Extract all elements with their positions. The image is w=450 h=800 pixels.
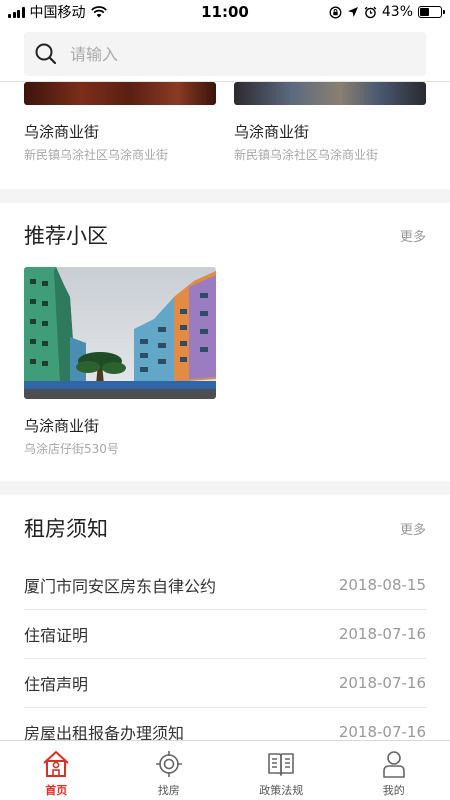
- notice-item[interactable]: 住宿证明 2018-07-16: [24, 610, 426, 659]
- notice-title: 房屋出租报备办理须知: [24, 724, 185, 740]
- tab-label: 首页: [45, 784, 68, 797]
- search-input[interactable]: [70, 44, 390, 64]
- notice-title: 厦门市同安区房东自律公约: [24, 577, 217, 596]
- property-photo: [234, 82, 426, 105]
- tab-find-house[interactable]: 找房: [113, 741, 226, 800]
- location-icon: [347, 7, 358, 17]
- carrier-name: 中国移动: [29, 5, 86, 21]
- featured-list: 乌涂商业街 新民镇乌涂社区乌涂商业街 乌涂商业街 新民镇乌涂社区乌涂商业街: [0, 82, 450, 163]
- status-right: 43%: [329, 4, 445, 20]
- card-address: 新民镇乌涂社区乌涂商业街: [234, 148, 379, 162]
- rotation-lock-icon: [329, 6, 342, 18]
- community-photo: [24, 267, 216, 399]
- notice-list: 厦门市同安区房东自律公约 2018-08-15 住宿证明 2018-07-16 …: [0, 561, 450, 740]
- property-photo: [24, 82, 216, 105]
- main-content[interactable]: 乌涂商业街 新民镇乌涂社区乌涂商业街 乌涂商业街 新民镇乌涂社区乌涂商业街 推荐…: [0, 82, 450, 740]
- notice-date: 2018-07-16: [338, 723, 426, 740]
- card-title: 乌涂商业街: [24, 123, 100, 141]
- notice-date: 2018-08-15: [338, 576, 426, 594]
- tab-profile[interactable]: 我的: [338, 741, 450, 800]
- community-card[interactable]: 乌涂商业街 乌涂店仔街530号: [24, 267, 216, 457]
- tab-label: 我的: [382, 784, 405, 797]
- battery-percent: 43%: [381, 4, 413, 20]
- notice-date: 2018-07-16: [338, 674, 426, 692]
- battery-icon: [418, 6, 445, 18]
- more-link[interactable]: 更多: [400, 226, 426, 245]
- alarm-icon: [364, 6, 377, 18]
- battery-fill: [420, 8, 429, 16]
- featured-card-1[interactable]: 乌涂商业街 新民镇乌涂社区乌涂商业街: [24, 82, 216, 163]
- card-title: 乌涂商业街: [24, 417, 100, 435]
- recommended-section: 推荐小区 更多 乌涂商业街 乌涂店仔街530号: [0, 203, 450, 457]
- tab-policy[interactable]: 政策法规: [225, 741, 338, 800]
- book-icon: [268, 753, 295, 776]
- section-title: 租房须知: [24, 517, 108, 541]
- notice-item[interactable]: 厦门市同安区房东自律公约 2018-08-15: [24, 561, 426, 610]
- section-header: 租房须知 更多: [0, 495, 450, 561]
- wifi-icon: [90, 6, 107, 18]
- bottom-tab-bar: 首页 找房 政策法规 我的: [0, 740, 450, 800]
- card-address: 新民镇乌涂社区乌涂商业街: [24, 148, 169, 162]
- card-title: 乌涂商业街: [234, 123, 310, 141]
- section-title: 推荐小区: [24, 224, 108, 248]
- user-icon: [382, 751, 405, 778]
- rental-notice-section: 租房须知 更多 厦门市同安区房东自律公约 2018-08-15 住宿证明 201…: [0, 495, 450, 740]
- status-left: 中国移动: [8, 2, 107, 22]
- target-icon: [155, 751, 182, 777]
- notice-item[interactable]: 住宿声明 2018-07-16: [24, 659, 426, 708]
- card-address: 乌涂店仔街530号: [24, 442, 119, 456]
- tab-label: 找房: [157, 784, 180, 797]
- notice-title: 住宿证明: [24, 626, 89, 645]
- notice-title: 住宿声明: [24, 675, 89, 694]
- featured-card-2[interactable]: 乌涂商业街 新民镇乌涂社区乌涂商业街: [234, 82, 426, 163]
- home-icon: [43, 751, 69, 777]
- tab-home[interactable]: 首页: [0, 741, 113, 800]
- signal-icon: [8, 6, 25, 18]
- search-bar[interactable]: [24, 32, 426, 76]
- more-link[interactable]: 更多: [400, 519, 426, 538]
- notice-item[interactable]: 房屋出租报备办理须知 2018-07-16: [24, 708, 426, 740]
- section-header: 推荐小区 更多: [0, 203, 450, 267]
- section-divider: [0, 189, 450, 203]
- tab-label: 政策法规: [259, 784, 304, 797]
- status-bar: 中国移动 11:00 43%: [0, 0, 450, 24]
- section-divider: [0, 481, 450, 495]
- search-icon: [35, 43, 57, 65]
- search-header: [0, 24, 450, 82]
- notice-date: 2018-07-16: [338, 625, 426, 643]
